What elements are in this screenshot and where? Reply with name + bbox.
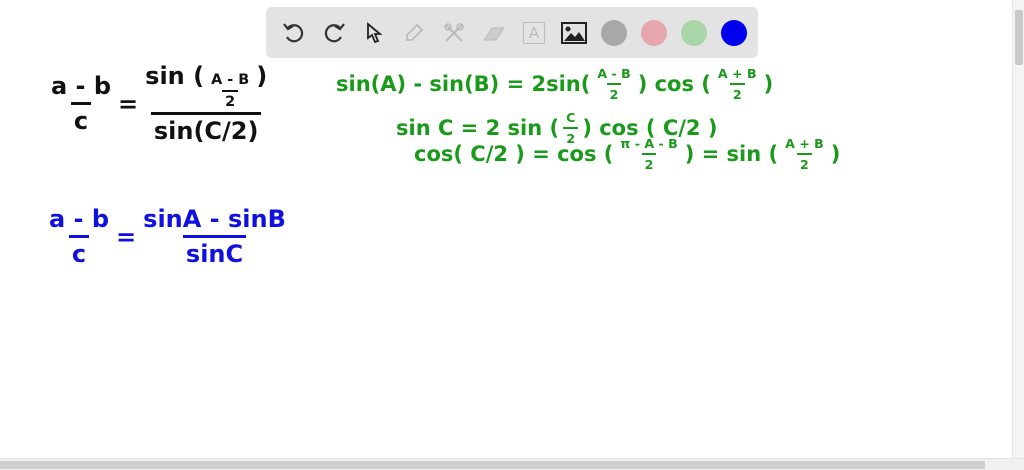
denominator: c [68, 235, 90, 268]
denominator: sin(C/2) [150, 112, 262, 145]
color-blue[interactable] [716, 15, 752, 51]
fraction: π - A - B 2 [617, 136, 680, 172]
image-icon[interactable] [556, 15, 592, 51]
text: cos( C/2 ) = cos ( [414, 142, 614, 166]
num: A - B [211, 72, 250, 88]
equals: = [116, 222, 137, 251]
green-line-1: sin(A) - sin(B) = 2sin( A - B 2 ) cos ( A… [336, 66, 773, 102]
text: ) [830, 142, 841, 166]
num: A - B [597, 66, 631, 81]
fraction: A + B 2 [715, 66, 760, 102]
text: ) [763, 72, 774, 96]
num: C [566, 110, 576, 125]
num: A + B [717, 66, 757, 81]
den: 2 [606, 83, 622, 102]
toolbar: A [266, 7, 758, 58]
pen-icon[interactable] [396, 15, 432, 51]
den: 2 [641, 153, 657, 172]
rhs-fraction: sinA - sinB sinC [140, 205, 289, 268]
den: 2 [222, 90, 239, 110]
color-gray[interactable] [596, 15, 632, 51]
text-icon[interactable]: A [516, 15, 552, 51]
vertical-scrollbar[interactable] [1012, 0, 1024, 458]
denominator: c [70, 102, 92, 135]
horizontal-scroll-thumb[interactable] [0, 461, 985, 469]
fraction: A + B 2 [782, 136, 827, 172]
lhs-fraction: a - bc [48, 72, 114, 135]
text-tool-label: A [523, 21, 545, 44]
numerator: sin ( A - B 2) [142, 62, 270, 112]
vertical-scroll-thumb[interactable] [1015, 10, 1023, 65]
lhs-fraction: a - bc [46, 205, 112, 268]
text: sin(A) - sin(B) = 2sin( [336, 72, 591, 96]
numerator: sinA - sinB [143, 205, 286, 233]
numerator: a - b [51, 72, 112, 100]
fn: sin ( [145, 62, 205, 90]
horizontal-scrollbar[interactable] [0, 458, 1024, 470]
den: 2 [729, 83, 745, 102]
equals: = [118, 89, 139, 118]
color-pink[interactable] [636, 15, 672, 51]
blue-equation: a - bc = sinA - sinB sinC [42, 205, 293, 268]
inner-fraction: A - B 2 [208, 72, 252, 110]
den: 2 [797, 153, 812, 172]
color-green[interactable] [676, 15, 712, 51]
text: ) cos ( [637, 72, 711, 96]
denominator: sinC [182, 235, 247, 268]
num: A + B [785, 136, 824, 151]
rhs-fraction: sin ( A - B 2) sin(C/2) [142, 62, 270, 145]
num: π - A - B [620, 136, 678, 151]
select-arrow-icon[interactable] [356, 15, 392, 51]
black-equation: a - bc = sin ( A - B 2) sin(C/2) [44, 62, 274, 145]
undo-icon[interactable] [276, 15, 312, 51]
close: ) [256, 62, 268, 90]
eraser-icon[interactable] [476, 15, 512, 51]
tools-icon[interactable] [436, 15, 472, 51]
green-line-3: cos( C/2 ) = cos ( π - A - B2 ) = sin ( … [414, 136, 840, 172]
fraction: A - B 2 [594, 66, 633, 102]
numerator: a - b [49, 205, 110, 233]
redo-icon[interactable] [316, 15, 352, 51]
text: ) = sin ( [684, 142, 779, 166]
